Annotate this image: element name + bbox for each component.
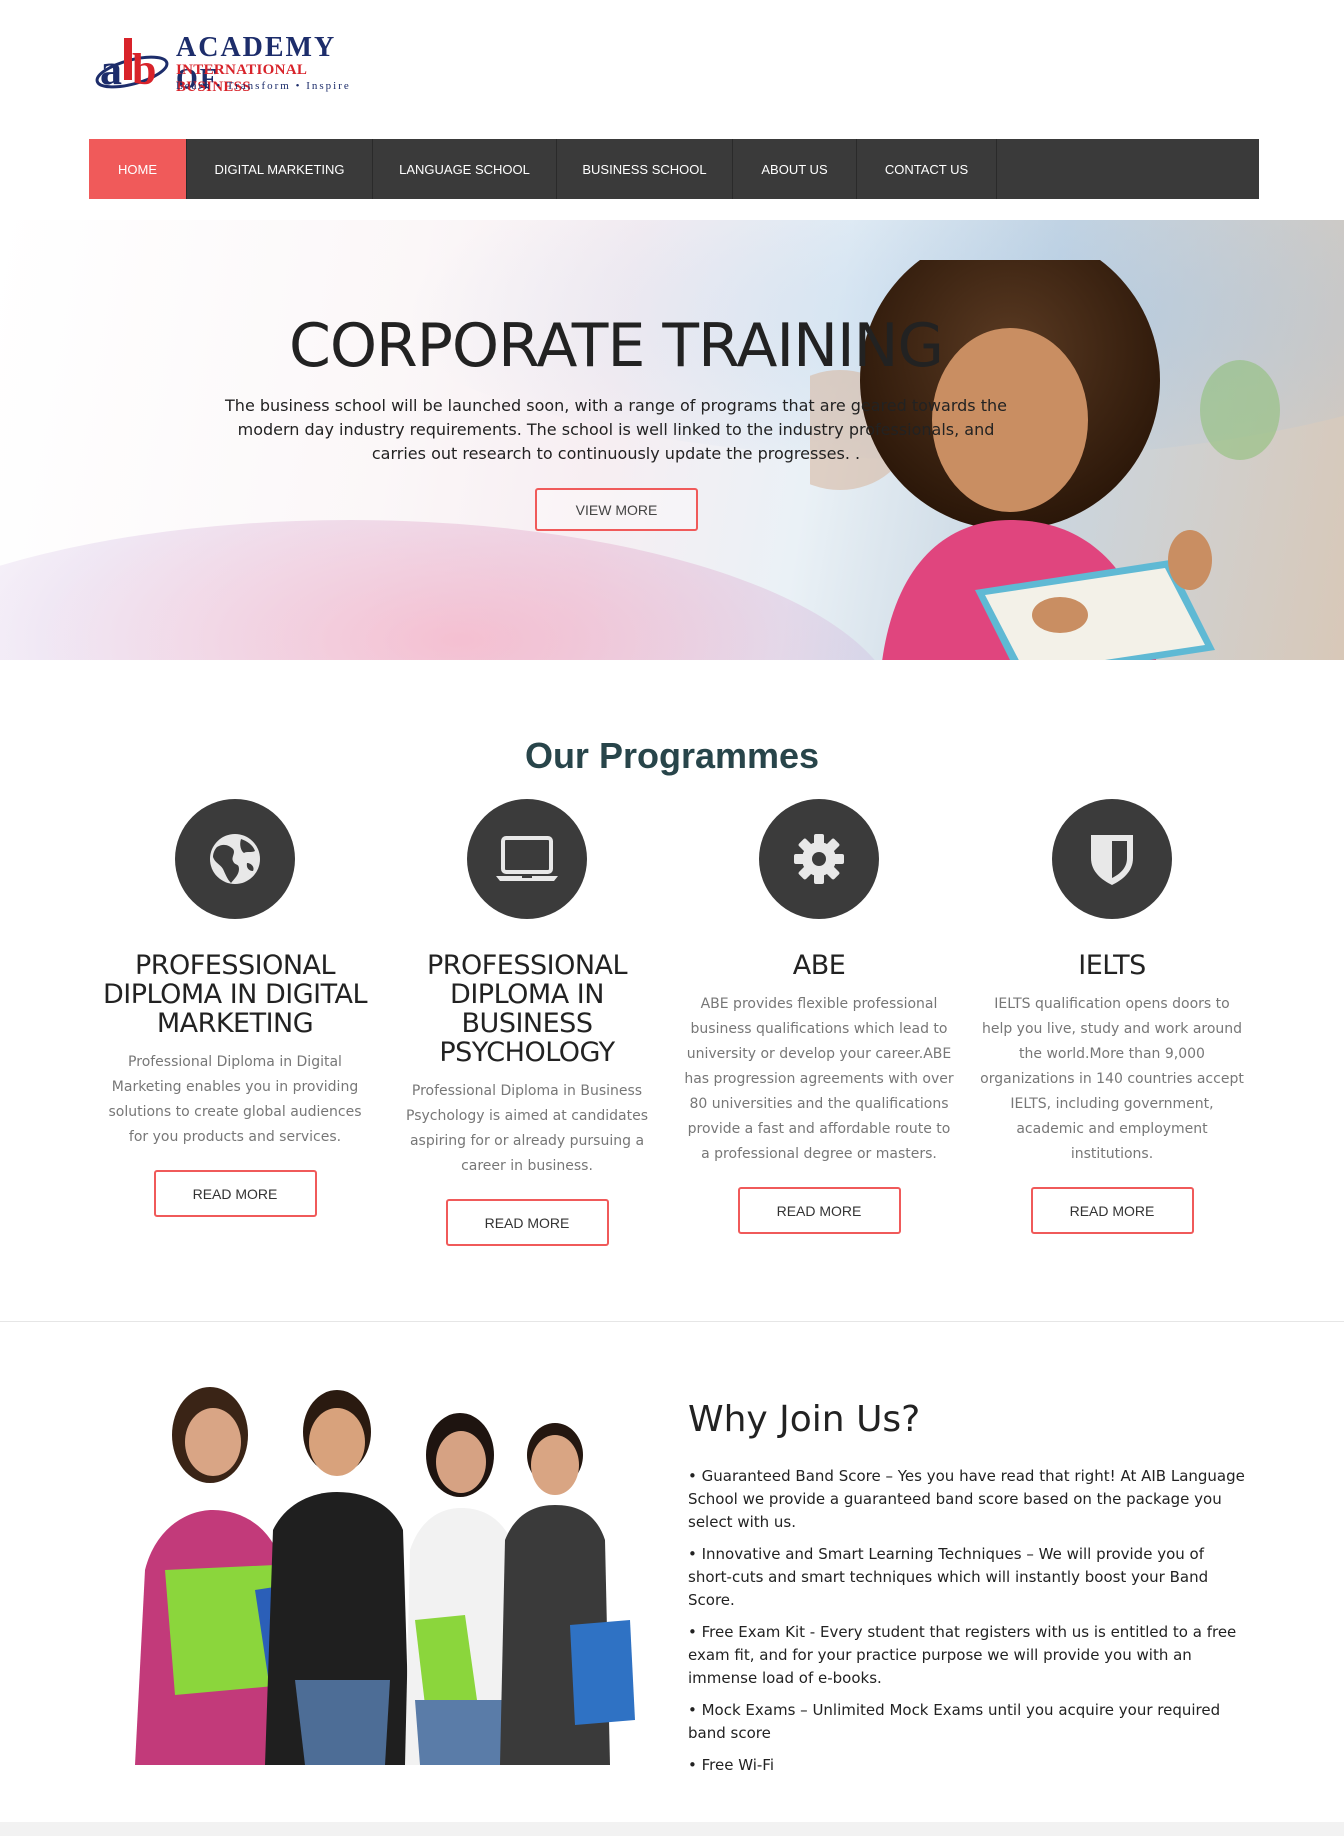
programme-card: ABE ABE provides flexible professional b… — [684, 799, 954, 1234]
why-join-heading: Why Join Us? — [688, 1399, 921, 1440]
aib-logo-mark: a b — [95, 38, 169, 94]
programme-title: PROFESSIONAL DIPLOMA IN DIGITAL MARKETIN… — [102, 950, 368, 1039]
programme-title: IELTS — [1078, 950, 1146, 981]
list-item: • Free Wi-Fi — [688, 1756, 775, 1774]
svg-text:a: a — [100, 45, 122, 94]
why-join-list: • Guaranteed Band Score – Yes you have r… — [688, 1465, 1248, 1786]
shield-icon — [1052, 799, 1172, 919]
logo-tagline: Learn • Transform • Inspire — [176, 80, 351, 92]
site-logo[interactable]: a b ACADEMY OF INTERNATIONAL BUSINESS Le… — [94, 32, 354, 98]
hero-title: CORPORATE TRAINING — [288, 311, 944, 381]
nav-about-us[interactable]: ABOUT US — [733, 139, 857, 199]
nav-home[interactable]: HOME — [89, 139, 187, 199]
main-nav: HOME DIGITAL MARKETING LANGUAGE SCHOOL B… — [89, 139, 1259, 199]
hero-description: The business school will be launched soo… — [225, 396, 1007, 463]
programme-card: PROFESSIONAL DIPLOMA IN BUSINESS PSYCHOL… — [392, 799, 662, 1246]
nav-contact-us[interactable]: CONTACT US — [857, 139, 997, 199]
list-item: • Innovative and Smart Learning Techniqu… — [688, 1545, 1209, 1609]
hero-banner: CORPORATE TRAINING The business school w… — [0, 220, 1344, 660]
students-group-image — [135, 1387, 635, 1765]
list-item: • Guaranteed Band Score – Yes you have r… — [688, 1467, 1245, 1531]
laptop-icon — [467, 799, 587, 919]
globe-icon — [175, 799, 295, 919]
programme-card: PROFESSIONAL DIPLOMA IN DIGITAL MARKETIN… — [100, 799, 370, 1217]
gear-icon — [759, 799, 879, 919]
nav-digital-marketing[interactable]: DIGITAL MARKETING — [187, 139, 373, 199]
programme-card: IELTS IELTS qualification opens doors to… — [977, 799, 1247, 1234]
programmes-heading: Our Programmes — [524, 735, 820, 776]
programme-description: ABE provides flexible professional busin… — [684, 996, 954, 1162]
programme-description: IELTS qualification opens doors to help … — [980, 996, 1244, 1162]
list-item: • Free Exam Kit - Every student that reg… — [688, 1623, 1237, 1687]
programme-description: Professional Diploma in Business Psychol… — [406, 1083, 648, 1174]
section-divider — [0, 1321, 1344, 1322]
hero-decoration — [0, 520, 900, 660]
read-more-button[interactable]: READ MORE — [445, 1199, 609, 1246]
read-more-button[interactable]: READ MORE — [1030, 1187, 1194, 1234]
programme-title: ABE — [792, 950, 846, 981]
read-more-button[interactable]: READ MORE — [153, 1170, 317, 1217]
list-item: • Mock Exams – Unlimited Mock Exams unti… — [688, 1701, 1221, 1742]
view-more-button[interactable]: VIEW MORE — [535, 488, 698, 531]
programme-description: Professional Diploma in Digital Marketin… — [108, 1054, 362, 1145]
svg-text:b: b — [132, 45, 156, 94]
nav-business-school[interactable]: BUSINESS SCHOOL — [557, 139, 733, 199]
footer-strip — [0, 1822, 1344, 1836]
nav-language-school[interactable]: LANGUAGE SCHOOL — [373, 139, 557, 199]
read-more-button[interactable]: READ MORE — [737, 1187, 901, 1234]
programme-title: PROFESSIONAL DIPLOMA IN BUSINESS PSYCHOL… — [426, 950, 628, 1068]
